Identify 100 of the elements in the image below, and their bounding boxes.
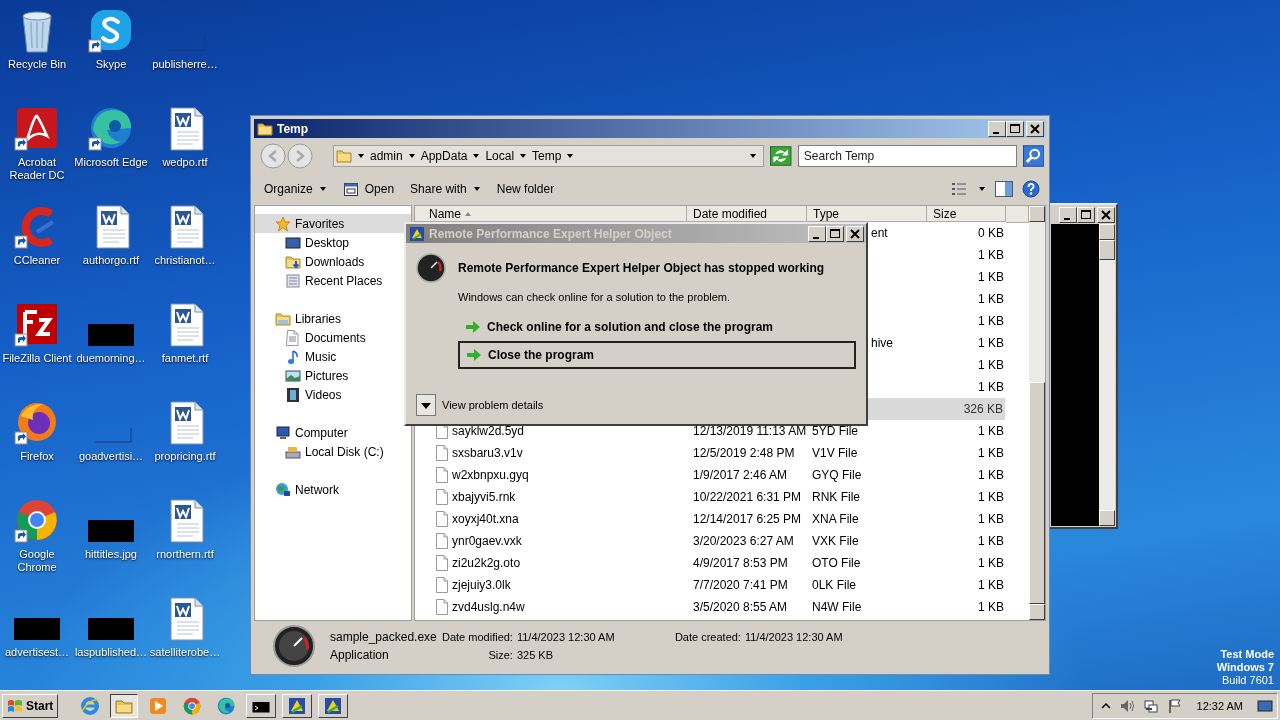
file-row[interactable]: ynr0gaev.vxk 3/20/2023 6:27 AM VXK File 1 KB xyxy=(415,530,1029,552)
file-row[interactable]: zvd4uslg.n4w 3/5/2020 8:55 AM N4W File 1 KB xyxy=(415,596,1029,618)
desktop-icon-label[interactable]: publisherre… xyxy=(148,58,222,71)
nav-item[interactable]: Desktop xyxy=(255,233,354,252)
desktop-icon-label[interactable]: christianot… xyxy=(148,254,222,267)
minimize-button[interactable] xyxy=(988,120,1006,137)
file-row[interactable]: sxsbaru3.v1v 12/5/2019 2:48 PM V1V File 1 KB xyxy=(415,442,1029,464)
nav-item[interactable]: Libraries xyxy=(255,309,346,328)
column-header[interactable]: Type xyxy=(807,206,927,222)
file-type: ent xyxy=(871,226,888,240)
nav-item[interactable]: Network xyxy=(255,480,343,499)
nav-item[interactable]: Videos xyxy=(255,385,346,404)
caret-icon[interactable] xyxy=(472,152,481,160)
toolbar-button[interactable]: New folder xyxy=(492,179,559,199)
taskbar-button[interactable] xyxy=(110,693,139,718)
scrollbar[interactable] xyxy=(1099,224,1115,526)
caret-icon xyxy=(472,185,481,193)
desktop-icon-label[interactable]: advertisest… xyxy=(0,646,74,659)
file-type: OTO File xyxy=(812,556,861,570)
clock[interactable]: 12:32 AM xyxy=(1196,699,1243,712)
file-name[interactable]: zjejuiy3.0lk xyxy=(452,578,511,592)
caret-icon[interactable] xyxy=(357,152,365,160)
desktop-icon-label[interactable]: Firefox xyxy=(0,450,74,463)
preview-pane-button[interactable] xyxy=(994,180,1014,198)
nav-item[interactable]: Music xyxy=(255,347,341,366)
desktop-icon-label[interactable]: fanmet.rtf xyxy=(148,352,222,365)
desktop-icon-label[interactable]: propricing.rtf xyxy=(148,450,222,463)
desktop-icon-label[interactable]: CCleaner xyxy=(0,254,74,267)
desktop-icon-label[interactable]: laspublished… xyxy=(74,646,148,659)
network-icon[interactable] xyxy=(1142,697,1159,714)
desktop-icon-label[interactable]: Google Chrome xyxy=(0,548,74,574)
file-name[interactable]: zvd4uslg.n4w xyxy=(452,600,525,614)
nav-item[interactable]: Documents xyxy=(255,328,370,347)
file-name[interactable]: w2xbnpxu.gyq xyxy=(452,468,529,482)
file-name[interactable]: sxsbaru3.v1v xyxy=(452,446,523,460)
command-link[interactable]: Check online for a solution and close the program xyxy=(458,313,856,341)
column-header[interactable]: Name xyxy=(415,206,687,222)
address-bar[interactable]: admin AppData Local Temp xyxy=(333,145,765,167)
maximize-button[interactable] xyxy=(1077,207,1095,223)
breadcrumb-item[interactable]: AppData xyxy=(420,149,468,163)
file-row[interactable]: xoyxj40t.xna 12/14/2017 6:25 PM XNA File 1 KB xyxy=(415,508,1029,530)
search-button[interactable] xyxy=(1022,145,1044,167)
start-button[interactable]: Start xyxy=(2,693,59,718)
caret-icon[interactable] xyxy=(566,152,575,160)
file-name[interactable]: sayklw2d.5yd xyxy=(452,424,525,438)
expand-button[interactable] xyxy=(416,394,436,416)
file-icon xyxy=(435,555,449,571)
file-row[interactable]: xbajyvi5.rnk 10/22/2021 6:31 PM RNK File 1 KB xyxy=(415,486,1029,508)
desktop-icon-label[interactable]: wedpo.rtf xyxy=(148,156,222,169)
window-title: Temp xyxy=(277,121,309,136)
nav-item[interactable]: Pictures xyxy=(255,366,353,385)
close-button[interactable] xyxy=(1097,207,1115,223)
flag-icon[interactable] xyxy=(1166,697,1183,714)
file-name[interactable]: xbajyvi5.rnk xyxy=(452,490,516,504)
nav-item[interactable]: Favorites xyxy=(255,214,411,233)
desktop-icon-label[interactable]: Acrobat Reader DC xyxy=(0,156,74,182)
toolbar-button[interactable]: Open xyxy=(338,178,399,200)
breadcrumb-item[interactable]: admin xyxy=(370,149,403,163)
close-button[interactable] xyxy=(1026,120,1044,137)
column-header[interactable]: Size xyxy=(927,206,1006,222)
file-name[interactable]: xoyxj40t.xna xyxy=(452,512,519,526)
nav-item[interactable]: Computer xyxy=(255,423,352,442)
file-name[interactable]: zi2u2k2g.oto xyxy=(452,556,521,570)
help-button[interactable] xyxy=(1022,180,1040,198)
breadcrumb-item[interactable]: Local xyxy=(485,149,515,163)
column-header[interactable]: Date modified xyxy=(687,206,807,222)
show-hidden-icons-button[interactable] xyxy=(1100,700,1111,711)
nav-item[interactable]: Recent Places xyxy=(255,271,387,290)
maximize-button[interactable] xyxy=(1006,120,1024,137)
file-row[interactable]: zjejuiy3.0lk 7/7/2020 7:41 PM 0LK File 1 KB xyxy=(415,574,1029,596)
file-row[interactable]: w2xbnpxu.gyq 1/9/2017 2:46 AM GYQ File 1 KB xyxy=(415,464,1029,486)
library-icon xyxy=(275,310,291,327)
nav-item[interactable]: Downloads xyxy=(255,252,369,271)
desktop-icon-label[interactable]: FileZilla Client xyxy=(0,352,74,365)
toolbar-button[interactable]: Share with xyxy=(406,179,485,199)
command-link[interactable]: Close the program xyxy=(458,341,856,369)
minimize-icon xyxy=(1064,218,1070,220)
desktop-icon-label[interactable]: goadvertisi… xyxy=(74,450,148,463)
desktop-icon-label[interactable]: Recycle Bin xyxy=(0,58,74,71)
dropdown-caret-icon[interactable] xyxy=(749,152,758,160)
file-name[interactable]: ynr0gaev.vxk xyxy=(452,534,522,548)
desktop-icon-label[interactable]: Microsoft Edge xyxy=(74,156,148,169)
file-row[interactable]: zi2u2k2g.oto 4/9/2017 8:53 PM OTO File 1 KB xyxy=(415,552,1029,574)
caret-icon[interactable] xyxy=(519,152,528,160)
caret-icon[interactable] xyxy=(978,185,986,193)
desktop-icon-label[interactable]: rnorthern.rtf xyxy=(148,548,222,561)
desktop-icon-label[interactable]: hittitles.jpg xyxy=(74,548,148,561)
desktop-icon-label[interactable]: authorgo.rtf xyxy=(74,254,148,267)
caret-icon[interactable] xyxy=(407,152,416,160)
toolbar-button[interactable]: Organize xyxy=(260,179,331,199)
desktop-icon-label[interactable]: duemorning… xyxy=(74,352,148,365)
scrollbar[interactable] xyxy=(1029,206,1045,620)
search-field[interactable]: Search Temp xyxy=(797,145,1017,167)
refresh-button[interactable] xyxy=(770,146,792,166)
details-toggle[interactable]: View problem details xyxy=(442,399,544,411)
show-desktop-button[interactable] xyxy=(1257,697,1273,714)
minimize-button[interactable] xyxy=(1059,207,1077,223)
desktop-icon-label[interactable]: Skype xyxy=(74,58,148,71)
nav-item[interactable]: Local Disk (C:) xyxy=(255,442,388,461)
breadcrumb-item[interactable]: Temp xyxy=(532,149,562,163)
